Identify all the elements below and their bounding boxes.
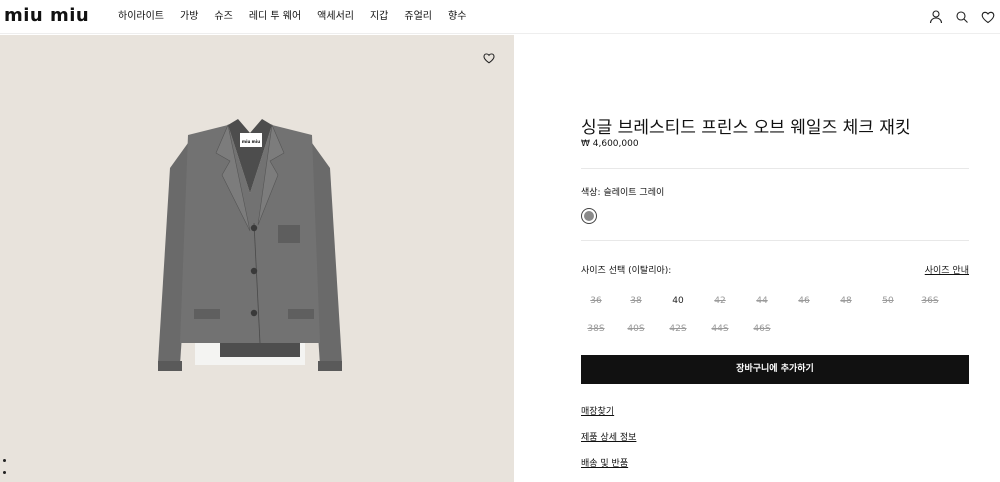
header-icons [918, 9, 996, 25]
size-option[interactable]: 38 [621, 296, 651, 306]
product-title: 싱글 브레스티드 프린스 오브 웨일즈 체크 재킷 [581, 118, 911, 138]
nav-item-fragrance[interactable]: 향수 [448, 10, 466, 24]
product-jacket-image: miu miu [158, 119, 342, 371]
svg-text:miu miu: miu miu [242, 139, 260, 144]
image-pagination [3, 459, 6, 482]
size-select-label: 사이즈 선택 (이탈리아): [581, 266, 672, 276]
nav-item-accessories[interactable]: 액세서리 [317, 10, 354, 24]
size-option[interactable]: 38S [581, 324, 611, 334]
divider [581, 240, 969, 241]
pagination-dot[interactable] [3, 471, 6, 474]
divider [581, 168, 969, 169]
main-nav: 하이라이트 가방 슈즈 레디 투 웨어 액세서리 지갑 쥬얼리 향수 [118, 10, 482, 24]
shipping-returns-link[interactable]: 배송 및 반품 [581, 456, 628, 469]
size-option[interactable]: 46 [789, 296, 819, 306]
wishlist-heart-icon[interactable] [482, 50, 496, 64]
size-option[interactable]: 44 [747, 296, 777, 306]
size-option[interactable]: 36S [915, 296, 945, 306]
size-guide-link[interactable]: 사이즈 안내 [925, 263, 969, 276]
size-option[interactable]: 40S [621, 324, 651, 334]
size-option[interactable]: 40 [663, 296, 693, 306]
nav-item-highlights[interactable]: 하이라이트 [118, 10, 164, 24]
nav-item-bags[interactable]: 가방 [180, 10, 198, 24]
nav-item-shoes[interactable]: 슈즈 [214, 10, 232, 24]
product-image-panel: miu miu [0, 35, 514, 482]
nav-item-ready-to-wear[interactable]: 레디 투 웨어 [249, 10, 301, 24]
size-option[interactable]: 48 [831, 296, 861, 306]
size-option[interactable]: 42 [705, 296, 735, 306]
store-locator-link[interactable]: 매장찾기 [581, 404, 614, 417]
size-option[interactable]: 50 [873, 296, 903, 306]
color-swatch-slate-grey[interactable] [581, 208, 597, 224]
size-option[interactable]: 42S [663, 324, 693, 334]
search-icon[interactable] [954, 9, 970, 25]
pagination-dot[interactable] [3, 459, 6, 462]
product-price: ₩ 4,600,000 [581, 139, 639, 149]
nav-item-wallets[interactable]: 지갑 [370, 10, 388, 24]
user-icon[interactable] [928, 9, 944, 25]
site-header: miu miu 하이라이트 가방 슈즈 레디 투 웨어 액세서리 지갑 쥬얼리 … [0, 0, 1000, 34]
brand-logo[interactable]: miu miu [4, 6, 89, 26]
add-to-cart-button[interactable]: 장바구니에 추가하기 [581, 355, 969, 384]
product-details: 싱글 브레스티드 프린스 오브 웨일즈 체크 재킷 ₩ 4,600,000 색상… [581, 35, 969, 482]
product-details-link[interactable]: 제품 상세 정보 [581, 430, 636, 443]
nav-item-jewelry[interactable]: 쥬얼리 [404, 10, 432, 24]
size-option[interactable]: 46S [747, 324, 777, 334]
color-label: 색상: 슬레이트 그레이 [581, 188, 665, 198]
size-option[interactable]: 36 [581, 296, 611, 306]
heart-icon[interactable] [980, 9, 996, 25]
size-option[interactable]: 44S [705, 324, 735, 334]
